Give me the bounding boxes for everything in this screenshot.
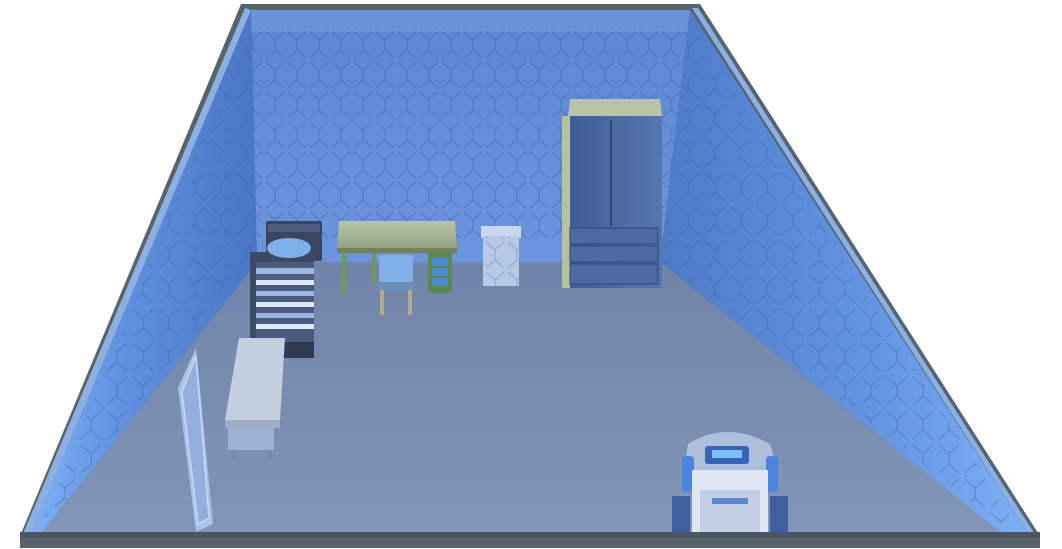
room-scene: [0, 0, 1062, 549]
bed-pillow: [267, 238, 311, 258]
desk-leg-left: [341, 253, 346, 293]
room-view: [20, 4, 1040, 548]
treadmill[interactable]: [672, 432, 788, 532]
desk-top: [337, 221, 457, 250]
wardrobe[interactable]: [562, 99, 662, 288]
laundry-hamper[interactable]: [481, 226, 521, 286]
chair-back: [379, 255, 413, 283]
